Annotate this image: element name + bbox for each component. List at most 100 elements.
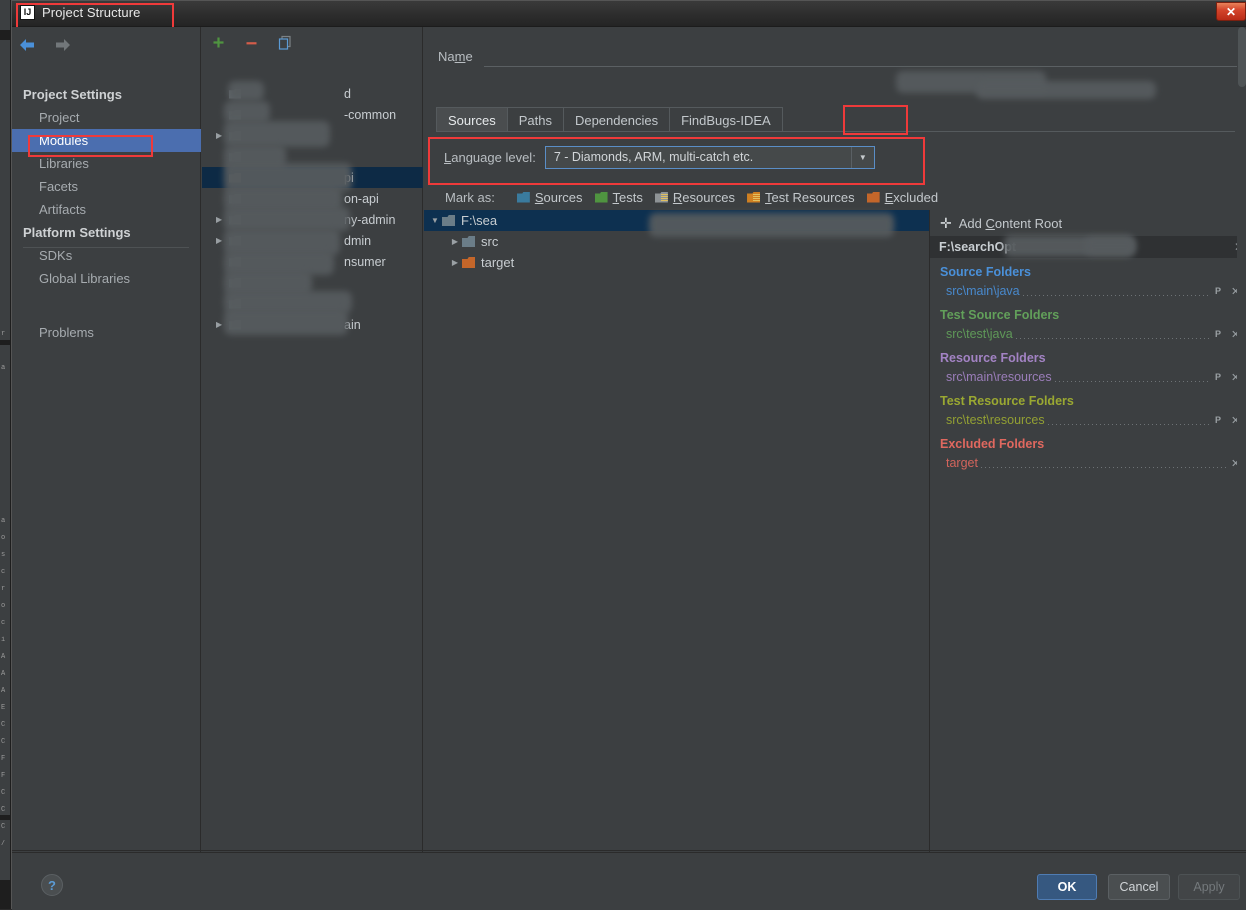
tabs-underline (436, 131, 1235, 132)
sidebar-item-label: Modules (39, 133, 89, 148)
sidebar-item-label: Facets (39, 179, 79, 194)
module-label: on-api (344, 191, 379, 206)
sidebar-item-project[interactable]: Project (12, 106, 201, 129)
chevron-right-icon[interactable]: ▶ (448, 237, 462, 246)
sidebar-item-libraries[interactable]: Libraries (12, 152, 201, 175)
content-root-group-title: Test Resource Folders (940, 394, 1074, 408)
mark-as-excluded[interactable]: Excluded (866, 189, 939, 205)
tab-label: Sources (448, 112, 496, 128)
module-list-panel: d-common▶pion-api▶ny-admin▶dminnsumer▶ai… (202, 27, 423, 852)
language-level-value: 7 - Diamonds, ARM, multi-catch etc. (553, 150, 754, 164)
apply-button: Apply (1178, 874, 1240, 900)
tab-paths[interactable]: Paths (506, 107, 564, 132)
properties-icon[interactable]: P (1215, 371, 1228, 383)
dialog-body: Project Settings Project Modules Libraries F… (12, 27, 1246, 852)
module-label: ny-admin (344, 212, 396, 227)
folder-label: F:\sea (461, 213, 498, 228)
close-window-button[interactable]: ✕ (1216, 2, 1246, 21)
module-name-input[interactable] (484, 43, 1246, 67)
cancel-button[interactable]: Cancel (1108, 874, 1170, 900)
mark-as-tests[interactable]: Tests (594, 190, 643, 205)
intellij-logo-icon: IJ (20, 5, 35, 20)
row-dot-leader (1015, 338, 1211, 339)
copy-module-button[interactable] (274, 33, 295, 53)
tab-label: FindBugs-IDEA (681, 112, 771, 128)
tab-dependencies[interactable]: Dependencies (562, 107, 671, 132)
content-root-folder-row[interactable]: target ✕ (930, 453, 1246, 473)
content-root-folder-row[interactable]: src\test\resources P ✕ (930, 410, 1246, 430)
folder-icon (462, 236, 475, 247)
properties-icon[interactable]: P (1215, 414, 1228, 426)
ok-button[interactable]: OK (1037, 874, 1097, 900)
add-content-root-button[interactable]: ✛ Add Content Root (930, 210, 1246, 236)
title-bar: IJ Project Structure ✕ (12, 1, 1246, 29)
language-level-select[interactable]: 7 - Diamonds, ARM, multi-catch etc. ▼ (544, 145, 875, 169)
dialog-footer: ? OK Cancel Apply (12, 852, 1246, 910)
redaction-blob (976, 81, 1156, 99)
module-label: nsumer (344, 254, 386, 269)
mark-as-sources[interactable]: Sources (516, 190, 583, 205)
content-root-group-title: Excluded Folders (940, 437, 1045, 451)
sidebar-item-list: Project Settings Project Modules Libraries F… (12, 83, 201, 344)
sidebar-item-label: Platform Settings (23, 225, 131, 240)
sidebar-item-label: Problems (39, 325, 94, 340)
tab-sources[interactable]: Sources (436, 107, 508, 132)
folder-resources-icon (654, 191, 668, 203)
mark-as-label-text: Resources (672, 189, 736, 205)
folder-tree-row[interactable]: ▶ target (424, 252, 929, 273)
mark-as-resources[interactable]: Resources (654, 189, 736, 205)
help-button[interactable]: ? (41, 874, 63, 896)
sidebar-item-global-libraries[interactable]: Global Libraries (12, 267, 201, 290)
sidebar-item-label: Libraries (39, 156, 89, 171)
content-root-folder-row[interactable]: src\main\java P ✕ (930, 281, 1246, 301)
module-label: -common (344, 107, 397, 122)
tab-label: Dependencies (574, 112, 659, 128)
row-dot-leader (1022, 295, 1211, 296)
mark-as-label-text: Test Resources (765, 189, 855, 205)
redaction-blob (649, 213, 894, 237)
content-scrollbar[interactable] (1237, 27, 1246, 852)
redaction-blob (224, 121, 330, 147)
sidebar-item-problems[interactable]: Problems (12, 321, 201, 344)
mark-as-label-text: Excluded (884, 189, 939, 205)
language-level-row: Language level: 7 - Diamonds, ARM, multi… (444, 145, 875, 169)
content-root-folder-row[interactable]: src\test\java P ✕ (930, 324, 1246, 344)
plus-icon: ✛ (940, 215, 952, 231)
folder-label: target (481, 255, 515, 270)
content-folder-tree: ▼ F:\sea ▶ src ▶ target (424, 210, 930, 852)
redaction-blob (224, 207, 350, 231)
content-root-panel: ✛ Add Content Root F:\searchOpt ✕ Source… (930, 210, 1246, 852)
module-label: dmin (344, 233, 372, 248)
sidebar-item-modules[interactable]: Modules (12, 129, 201, 152)
window-title: Project Structure (42, 5, 141, 20)
sidebar-item-facets[interactable]: Facets (12, 175, 201, 198)
navigation-arrows (16, 35, 73, 55)
content-root-folder-path: src\main\java (946, 284, 1020, 298)
sidebar-item-artifacts[interactable]: Artifacts (12, 198, 201, 221)
row-dot-leader (1047, 424, 1211, 425)
tab-findbugs-idea[interactable]: FindBugs-IDEA (669, 107, 783, 132)
title-bar-left: IJ Project Structure (20, 5, 141, 20)
background-strip (0, 40, 10, 340)
folder-icon (442, 215, 455, 226)
folder-label: src (481, 234, 499, 249)
arrow-left-icon[interactable] (16, 35, 38, 55)
remove-module-button[interactable] (241, 33, 262, 53)
content-root-folder-path: src\test\resources (946, 413, 1045, 427)
add-module-button[interactable] (208, 33, 229, 53)
tab-label: Paths (518, 112, 552, 128)
chevron-down-icon[interactable]: ▼ (850, 146, 874, 168)
module-tabs: Sources Paths Dependencies FindBugs-IDEA (436, 107, 783, 132)
mark-as-row: Mark as: Sources Tests Resources Test Resou… (445, 188, 950, 206)
chevron-down-icon[interactable]: ▼ (428, 216, 442, 225)
properties-icon[interactable]: P (1215, 285, 1228, 297)
module-name-row: Name (438, 45, 473, 67)
content-root-folder-row[interactable]: src\main\resources P ✕ (930, 367, 1246, 387)
properties-icon[interactable]: P (1215, 328, 1228, 340)
arrow-right-icon[interactable] (51, 35, 73, 55)
sidebar-item-platform-settings: Platform Settings (12, 221, 201, 244)
mark-as-test-resources[interactable]: Test Resources (747, 190, 855, 205)
folder-icon (462, 257, 475, 268)
chevron-right-icon[interactable]: ▶ (448, 258, 462, 267)
